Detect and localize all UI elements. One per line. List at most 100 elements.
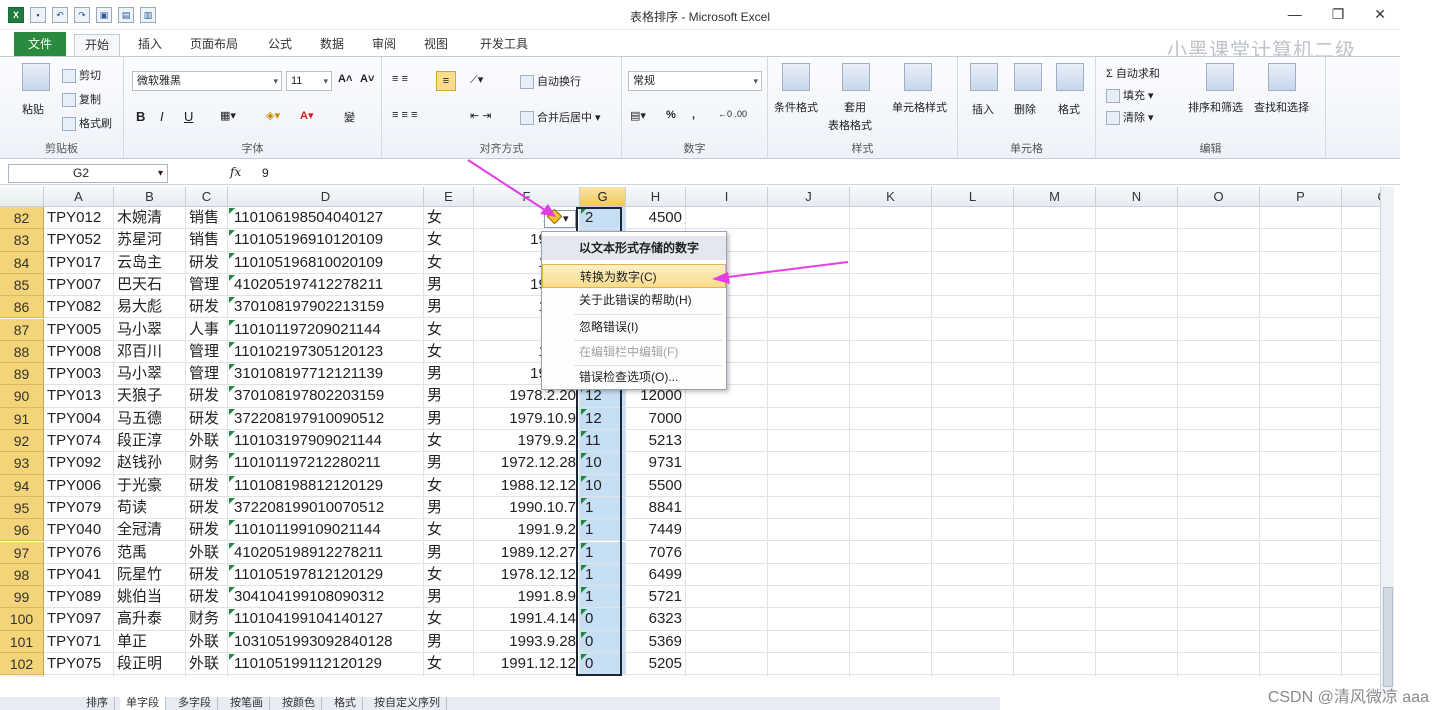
cell-m[interactable]	[1014, 251, 1096, 274]
cell-l[interactable]	[932, 675, 1014, 677]
font-name-combo[interactable]: 微软雅黑	[132, 71, 282, 91]
cell-b[interactable]: 高升泰	[114, 608, 186, 631]
column-header-j[interactable]: J	[768, 187, 850, 207]
cell-o[interactable]	[1178, 519, 1260, 542]
cell-e[interactable]: 女	[424, 653, 474, 676]
cell-c[interactable]: 销售	[186, 229, 228, 252]
column-header-q[interactable]: Q	[1342, 187, 1380, 207]
cell-g[interactable]: 1	[580, 496, 626, 520]
row-header[interactable]: 90	[0, 385, 44, 408]
cell-o[interactable]	[1178, 229, 1260, 252]
cell-m[interactable]	[1014, 273, 1096, 297]
cell-b[interactable]: 段正明	[114, 653, 186, 676]
cell-f[interactable]: 1993.9.28	[474, 630, 580, 653]
cell-c[interactable]: 研发	[186, 407, 228, 430]
column-header-i[interactable]: I	[686, 187, 768, 207]
column-header-m[interactable]: M	[1014, 187, 1096, 207]
cell-i[interactable]	[686, 452, 768, 475]
cell-a[interactable]: TPY092	[44, 452, 114, 475]
cell-d[interactable]	[228, 675, 424, 677]
cell-m[interactable]	[1014, 452, 1096, 475]
cell-c[interactable]: 销售	[186, 207, 228, 230]
cell-l[interactable]	[932, 563, 1014, 587]
cell-k[interactable]	[850, 407, 932, 430]
cell-n[interactable]	[1096, 675, 1178, 677]
cell-a[interactable]: TPY097	[44, 608, 114, 631]
cell-m[interactable]	[1014, 229, 1096, 252]
cell-d[interactable]: 372208197910090512	[228, 407, 424, 430]
cell-j[interactable]	[768, 675, 850, 677]
cell-g[interactable]: 11	[580, 430, 626, 453]
cell-a[interactable]	[44, 675, 114, 677]
cell-o[interactable]	[1178, 363, 1260, 386]
cell-o[interactable]	[1178, 340, 1260, 364]
cell-c[interactable]: 外联	[186, 430, 228, 453]
cell-g[interactable]: 0	[580, 630, 626, 653]
sheet-tab[interactable]: 多字段	[172, 697, 218, 710]
cell-b[interactable]: 邓百川	[114, 340, 186, 364]
cell-k[interactable]	[850, 229, 932, 252]
cell-j[interactable]	[768, 541, 850, 564]
cell-i[interactable]	[686, 496, 768, 520]
find-select-button[interactable]: 查找和选择	[1254, 99, 1309, 115]
cell-k[interactable]	[850, 563, 932, 587]
cell-p[interactable]	[1260, 251, 1342, 274]
cell-p[interactable]	[1260, 430, 1342, 453]
cell-n[interactable]	[1096, 653, 1178, 676]
cell-a[interactable]: TPY017	[44, 251, 114, 274]
cell-j[interactable]	[768, 207, 850, 230]
cell-a[interactable]: TPY013	[44, 385, 114, 408]
cell-k[interactable]	[850, 251, 932, 274]
format-button[interactable]: 格式	[1058, 101, 1080, 117]
cell-m[interactable]	[1014, 586, 1096, 609]
cell-l[interactable]	[932, 207, 1014, 230]
cell-q[interactable]	[1342, 608, 1380, 631]
cell-p[interactable]	[1260, 630, 1342, 653]
cell-j[interactable]	[768, 496, 850, 520]
cell-h[interactable]: 7449	[626, 519, 686, 542]
cell-o[interactable]	[1178, 318, 1260, 341]
align-bottom-icon[interactable]: ≡	[436, 71, 456, 91]
underline-button[interactable]: U	[184, 109, 193, 124]
cell-e[interactable]: 男	[424, 385, 474, 408]
cell-g[interactable]: 10	[580, 474, 626, 497]
conditional-format-icon[interactable]	[782, 63, 810, 91]
cell-m[interactable]	[1014, 608, 1096, 631]
cell-c[interactable]: 管理	[186, 273, 228, 297]
cell-e[interactable]: 女	[424, 563, 474, 587]
cell-m[interactable]	[1014, 407, 1096, 430]
cell-l[interactable]	[932, 251, 1014, 274]
cell-e[interactable]: 男	[424, 273, 474, 297]
autosum-button[interactable]: Σ 自动求和	[1106, 65, 1160, 81]
cell-styles-icon[interactable]	[904, 63, 932, 91]
cell-n[interactable]	[1096, 541, 1178, 564]
cell-k[interactable]	[850, 474, 932, 497]
grow-font-button[interactable]: A˄	[338, 73, 352, 85]
row-header[interactable]: 101	[0, 630, 44, 653]
cell-q[interactable]	[1342, 542, 1380, 564]
cell-h[interactable]: 5205	[626, 653, 686, 676]
cell-o[interactable]	[1178, 474, 1260, 497]
cell-c[interactable]: 研发	[186, 474, 228, 497]
restore-icon[interactable]: ❐	[1332, 6, 1345, 23]
cell-q[interactable]	[1342, 363, 1380, 386]
cell-e[interactable]: 女	[424, 318, 474, 341]
binoculars-icon[interactable]	[1268, 63, 1296, 91]
menu-item-options[interactable]: 错误检查选项(O)...	[542, 365, 726, 389]
row-header[interactable]: 93	[0, 452, 44, 475]
cell-g[interactable]: 10	[580, 452, 626, 475]
cell-a[interactable]: TPY071	[44, 630, 114, 653]
cell-h[interactable]: 5213	[626, 430, 686, 453]
row-header[interactable]: 89	[0, 363, 44, 386]
cell-a[interactable]: TPY082	[44, 296, 114, 319]
cell-l[interactable]	[932, 608, 1014, 631]
cell-n[interactable]	[1096, 407, 1178, 430]
cell-a[interactable]: TPY041	[44, 563, 114, 587]
cell-m[interactable]	[1014, 541, 1096, 564]
cell-a[interactable]: TPY007	[44, 273, 114, 297]
cell-e[interactable]: 男	[424, 630, 474, 653]
sheet-tab[interactable]: 单字段	[120, 697, 166, 710]
cell-b[interactable]: 天狼子	[114, 385, 186, 408]
cell-k[interactable]	[850, 675, 932, 677]
cell-g[interactable]: 1	[580, 519, 626, 542]
